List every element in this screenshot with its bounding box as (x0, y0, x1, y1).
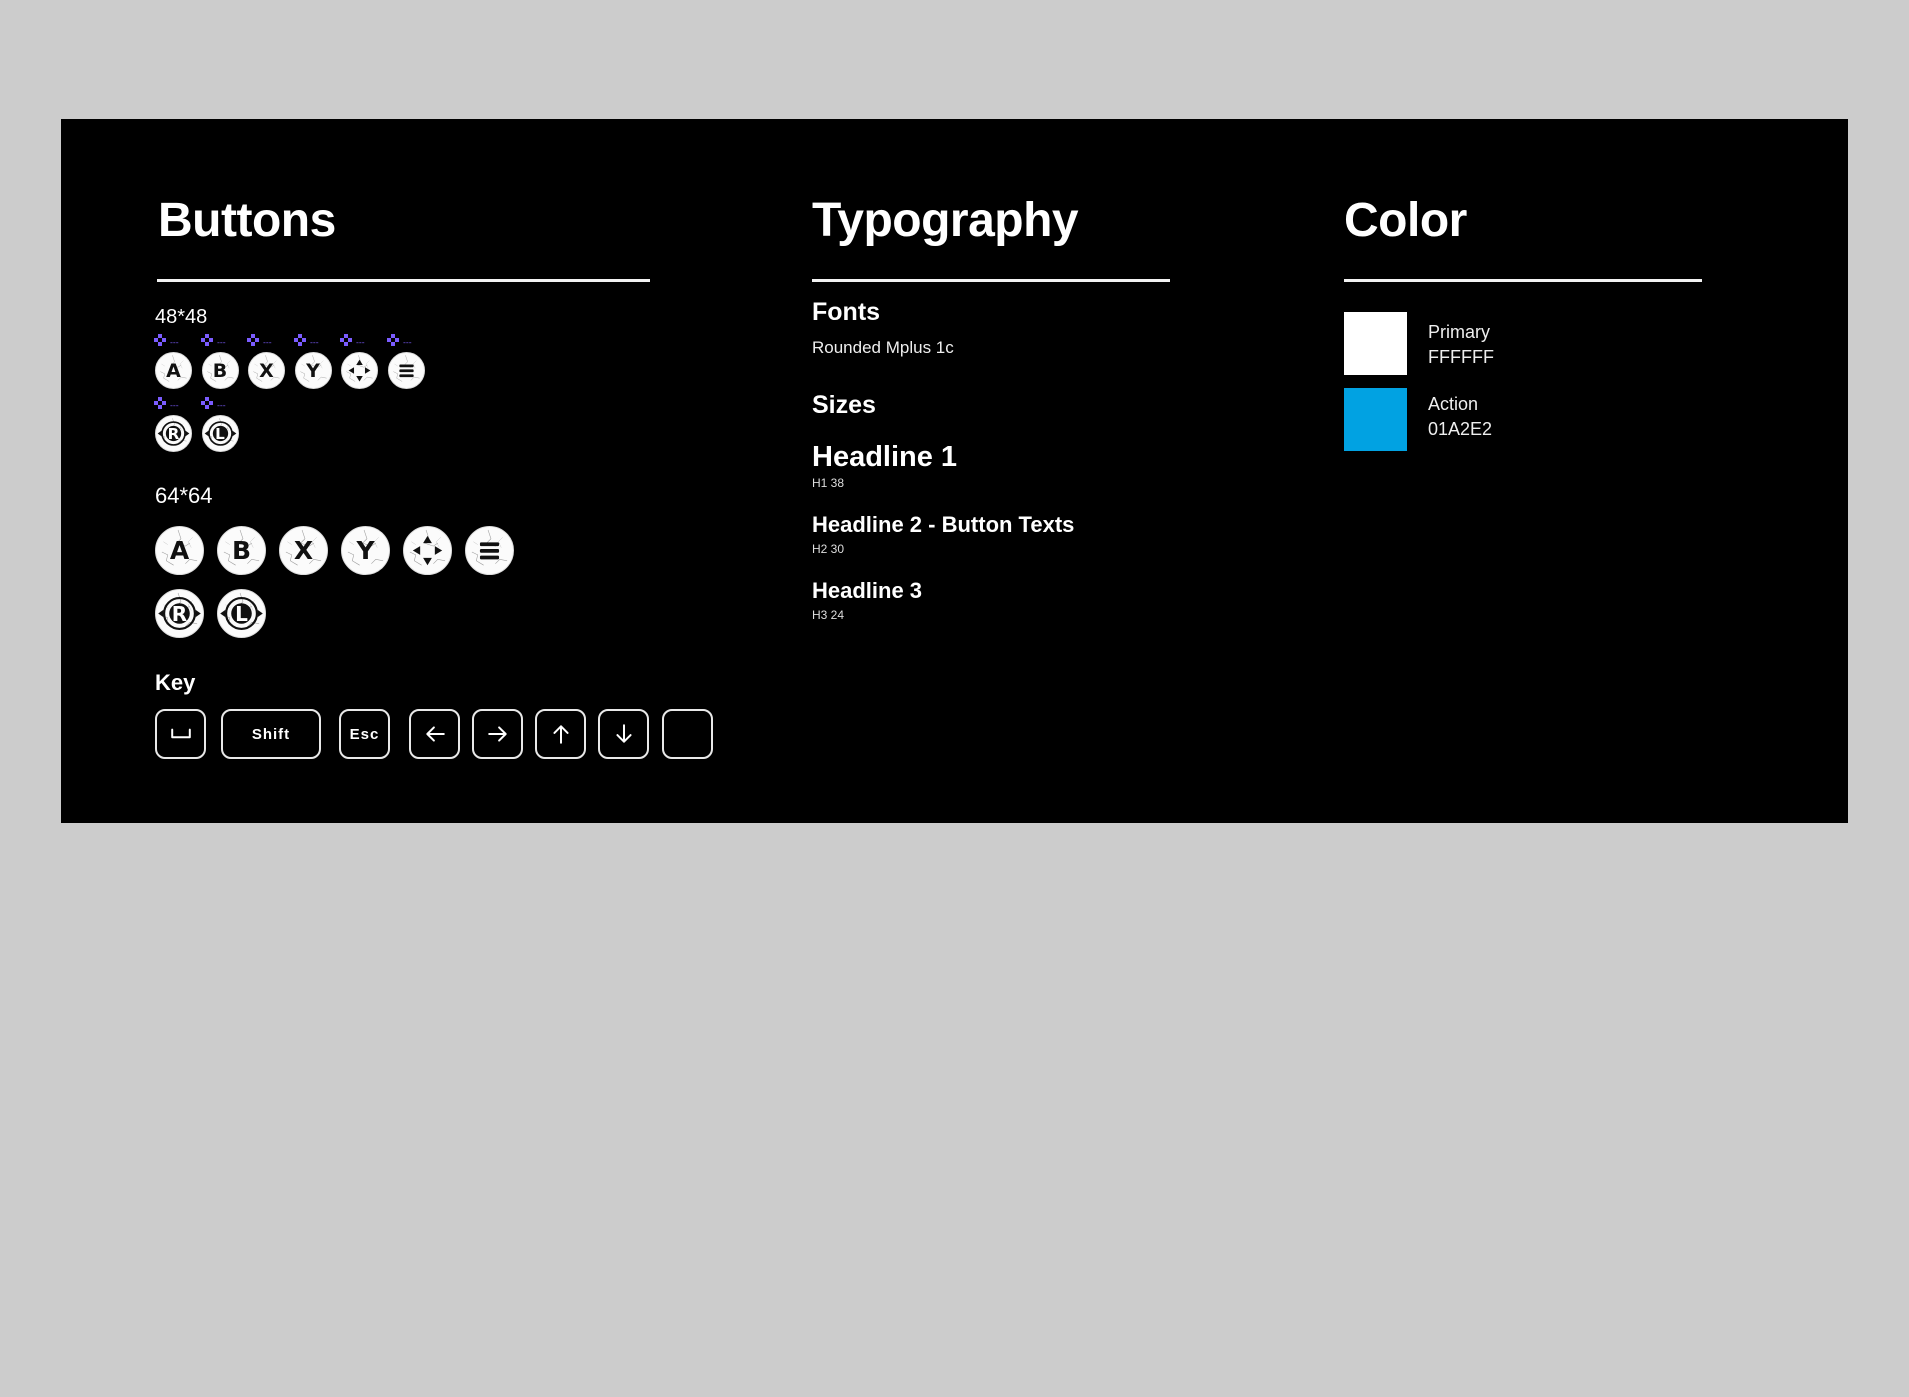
r-stick-button-icon: R (171, 601, 188, 626)
l-stick-button-icon: L (215, 424, 225, 443)
y-button[interactable]: Y (294, 352, 332, 389)
key-heading: Key (155, 670, 196, 695)
r-stick-button[interactable]: R (155, 589, 204, 638)
svg-text:---: --- (263, 338, 272, 347)
l-stick-button-icon: L (235, 601, 248, 626)
key-arrow-right[interactable] (472, 709, 523, 759)
svg-text:---: --- (217, 338, 226, 347)
key-esc[interactable]: Esc (339, 709, 390, 759)
x-button[interactable]: X (279, 526, 328, 575)
svg-text:---: --- (217, 401, 226, 410)
menu-button-icon (389, 353, 424, 388)
color-divider (1344, 279, 1702, 282)
component-marker-icon: --- (247, 334, 281, 348)
buttons-section-title: Buttons (158, 194, 336, 247)
a-button-icon: A (169, 536, 190, 565)
component-marker-icon: --- (200, 397, 235, 411)
dpad-button[interactable] (403, 526, 452, 575)
arrow-down-icon (613, 723, 635, 745)
arrow-up-icon (550, 723, 572, 745)
key-arrow-down[interactable] (598, 709, 649, 759)
primary-color-swatch (1344, 312, 1407, 375)
headline-3-sample: Headline 3 (812, 578, 923, 603)
key-arrow-up[interactable] (535, 709, 586, 759)
y-button[interactable]: Y (341, 526, 390, 575)
font-name: Rounded Mplus 1c (812, 338, 954, 357)
action-color-name: Action (1428, 394, 1479, 414)
menu-button-icon (466, 527, 513, 574)
typography-section-title: Typography (812, 194, 1079, 247)
key-label: Shift (251, 725, 291, 743)
svg-text:---: --- (170, 401, 179, 410)
buttons-divider (157, 279, 650, 282)
typography-divider (812, 279, 1170, 282)
action-color-hex: 01A2E2 (1428, 419, 1493, 439)
primary-color-hex: FFFFFF (1428, 347, 1494, 367)
action-color-swatch (1344, 388, 1407, 451)
svg-text:---: --- (403, 338, 412, 347)
key-arrow-left[interactable] (409, 709, 460, 759)
component-marker-icon: --- (340, 334, 374, 348)
component-marker-icon: --- (154, 334, 188, 348)
svg-text:---: --- (170, 338, 179, 347)
sizes-heading: Sizes (812, 391, 876, 419)
b-button[interactable]: B (217, 526, 266, 575)
space-key-icon (166, 723, 196, 745)
dpad-button[interactable] (341, 352, 378, 389)
l-stick-button[interactable]: L (217, 589, 266, 638)
key-shift[interactable]: Shift (221, 709, 321, 759)
a-button-icon: A (166, 359, 181, 382)
menu-button[interactable] (387, 352, 425, 389)
color-section-title: Color (1344, 194, 1467, 247)
a-button[interactable]: A (155, 352, 192, 389)
component-marker-icon: --- (200, 334, 235, 348)
headline-1-spec: H1 38 (812, 476, 845, 490)
b-button-icon: B (212, 359, 228, 382)
a-button[interactable]: A (155, 526, 204, 575)
arrow-right-icon (487, 723, 509, 745)
primary-color-name: Primary (1428, 322, 1490, 342)
y-button-icon: Y (306, 359, 320, 382)
component-marker-icon: --- (154, 397, 188, 411)
x-button-icon: X (293, 536, 314, 565)
key-space-key[interactable] (155, 709, 206, 759)
headline-2-sample: Headline 2 - Button Texts (812, 512, 1075, 537)
size-label-64: 64*64 (155, 483, 213, 508)
menu-button[interactable] (465, 526, 514, 575)
x-button[interactable]: X (248, 352, 285, 389)
fonts-heading: Fonts (812, 298, 881, 326)
headline-3-spec: H3 24 (812, 608, 845, 622)
dpad-button-icon (342, 353, 377, 388)
l-stick-button[interactable]: L (201, 415, 239, 452)
b-button[interactable]: B (201, 352, 239, 389)
y-button-icon: Y (356, 536, 375, 565)
r-stick-button-icon: R (167, 424, 180, 443)
size-label-48: 48*48 (155, 306, 208, 328)
svg-text:---: --- (310, 338, 319, 347)
headline-2-spec: H2 30 (812, 542, 845, 556)
arrow-left-icon (424, 723, 446, 745)
svg-text:---: --- (356, 338, 365, 347)
b-button-icon: B (231, 536, 252, 565)
r-stick-button[interactable]: R (155, 415, 192, 452)
dpad-button-icon (404, 527, 451, 574)
component-marker-icon: --- (293, 334, 328, 348)
key-label: Esc (349, 725, 380, 743)
key-blank[interactable] (662, 709, 713, 759)
component-marker-icon: --- (386, 334, 421, 348)
x-button-icon: X (259, 359, 274, 382)
headline-1-sample: Headline 1 (812, 441, 958, 473)
